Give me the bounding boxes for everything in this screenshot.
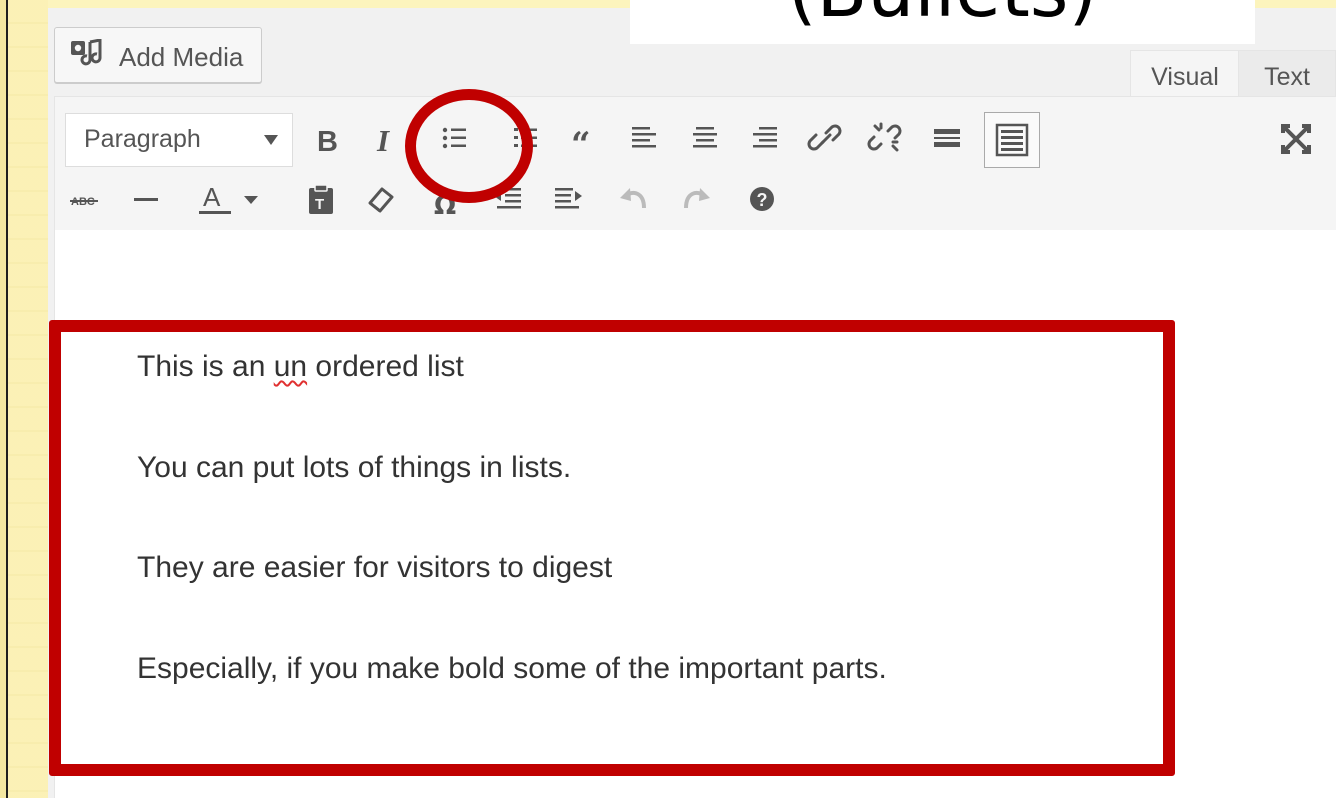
content-paragraph: Especially, if you make bold some of the…: [137, 652, 887, 685]
undo-button[interactable]: [612, 176, 658, 222]
align-right-icon: [753, 127, 777, 148]
undo-icon: [620, 188, 646, 209]
blockquote-button[interactable]: “: [562, 116, 608, 162]
misspelled-word: un: [273, 350, 308, 383]
align-right-button[interactable]: [742, 116, 788, 162]
slide-background: [8, 0, 48, 798]
read-more-button[interactable]: [924, 116, 970, 162]
remove-link-button[interactable]: [863, 116, 909, 162]
text-color-icon: A: [199, 182, 231, 214]
help-button[interactable]: ?: [739, 176, 785, 222]
bold-icon: B: [317, 126, 338, 158]
clear-formatting-button[interactable]: [358, 176, 404, 222]
editor-content[interactable]: This is an un ordered list You can put l…: [54, 230, 1336, 798]
insert-link-button[interactable]: [803, 116, 849, 162]
read-more-icon: [934, 129, 960, 147]
svg-text:B: B: [317, 126, 338, 158]
toolbar-toggle-button[interactable]: [984, 112, 1040, 168]
content-paragraph: This is an un ordered list: [137, 350, 464, 383]
blockquote-icon: “: [571, 125, 591, 162]
editor-toolbar: Paragraph B I “ A T Ω ?: [54, 96, 1336, 232]
redo-button[interactable]: [672, 176, 718, 222]
slide-caption: (Bullets): [630, 0, 1255, 44]
chevron-down-icon: [264, 135, 278, 145]
align-left-button[interactable]: [621, 116, 667, 162]
italic-icon: I: [376, 123, 390, 158]
paste-as-text-icon: T: [309, 184, 333, 214]
chevron-down-icon: [244, 196, 258, 204]
add-media-label: Add Media: [119, 42, 244, 72]
toolbar-toggle-icon: [995, 123, 1029, 157]
indent-button[interactable]: [545, 176, 591, 222]
fullscreen-button[interactable]: [1273, 116, 1319, 162]
numbered-list-icon: [514, 128, 537, 147]
special-character-icon: Ω: [434, 191, 456, 221]
special-character-button[interactable]: Ω: [423, 176, 469, 222]
svg-text:“: “: [571, 125, 591, 162]
svg-text:?: ?: [757, 190, 768, 210]
numbered-list-button[interactable]: [503, 116, 549, 162]
fullscreen-icon: [1281, 124, 1311, 154]
media-icon: [70, 38, 106, 69]
outdent-icon: [494, 188, 521, 209]
strikethrough-icon: ABC: [70, 196, 98, 208]
insert-link-icon: [807, 124, 842, 151]
post-editor: Add Media Visual Text Paragraph B I “ A …: [48, 8, 1336, 798]
text-color-dropdown[interactable]: [240, 176, 262, 222]
horizontal-line-button[interactable]: [123, 176, 169, 222]
strikethrough-button[interactable]: ABC: [63, 176, 109, 222]
caption-text: (Bullets): [630, 0, 1255, 28]
outdent-button[interactable]: [485, 176, 531, 222]
text-color-button[interactable]: A: [195, 176, 235, 222]
paste-as-text-button[interactable]: T: [298, 176, 344, 222]
align-left-icon: [632, 127, 656, 148]
remove-link-icon: [867, 122, 902, 152]
help-icon: ?: [750, 187, 774, 211]
bulleted-list-button[interactable]: [432, 116, 478, 162]
align-center-button[interactable]: [682, 116, 728, 162]
svg-text:A: A: [203, 182, 221, 212]
content-paragraph: They are easier for visitors to digest: [137, 551, 613, 584]
horizontal-line-icon: [134, 198, 158, 201]
svg-text:Ω: Ω: [434, 191, 456, 221]
italic-button[interactable]: I: [363, 116, 409, 162]
format-select[interactable]: Paragraph: [65, 113, 293, 167]
svg-text:T: T: [315, 196, 324, 213]
bulleted-list-icon: [442, 127, 466, 149]
redo-icon: [684, 188, 710, 209]
bold-button[interactable]: B: [303, 116, 349, 162]
add-media-button[interactable]: Add Media: [54, 27, 262, 83]
format-select-value: Paragraph: [84, 125, 201, 153]
align-center-icon: [693, 127, 717, 148]
svg-text:I: I: [376, 123, 390, 158]
slide-left-border: [0, 0, 8, 798]
clear-formatting-icon: [368, 187, 394, 213]
indent-icon: [555, 188, 582, 209]
content-paragraph: You can put lots of things in lists.: [137, 451, 572, 484]
